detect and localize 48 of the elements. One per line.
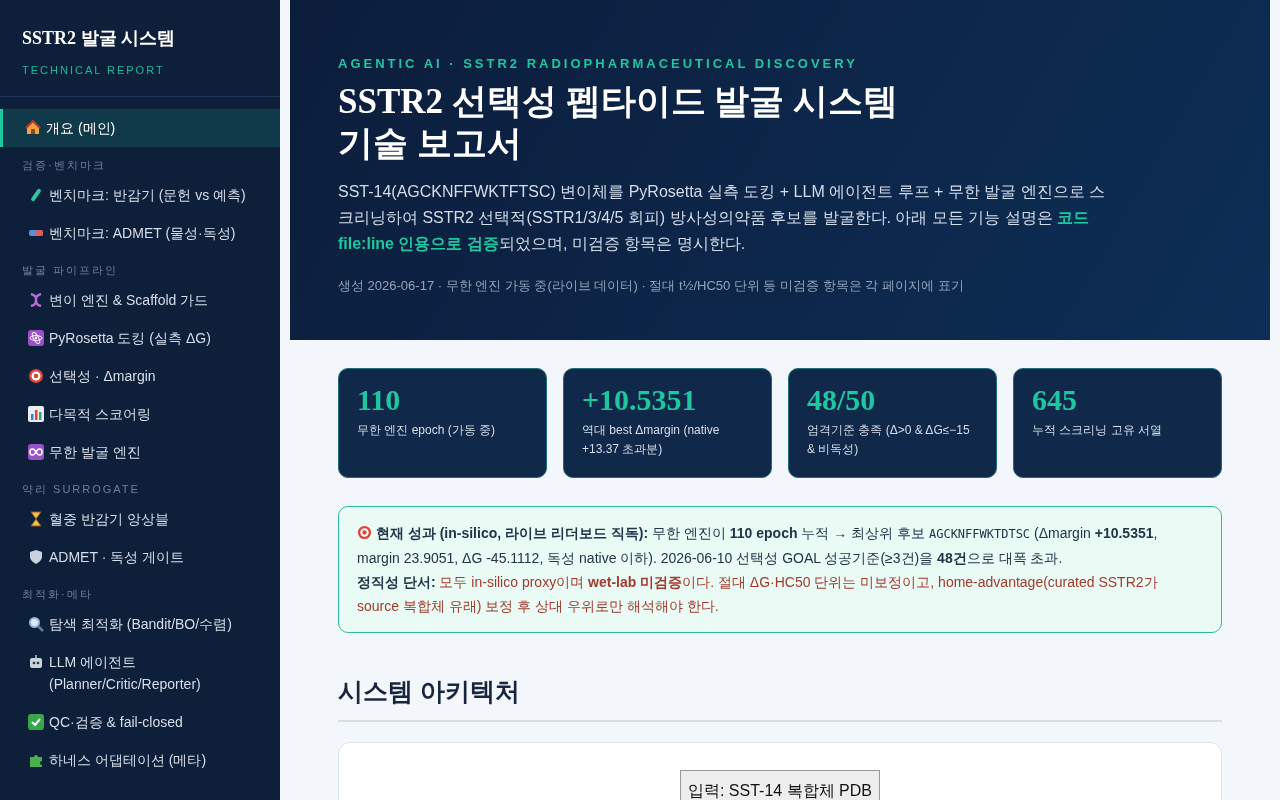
nav-section-label: 약리 SURROGATE <box>21 482 141 497</box>
stat-label: 누적 스크리닝 고유 서열 <box>1032 422 1163 439</box>
shield-icon <box>28 549 44 565</box>
diagram-node: 입력: SST-14 복합체 PDB <box>679 770 880 800</box>
stat-label: 무한 엔진 epoch (가동 중) <box>357 422 497 439</box>
section-heading: 시스템 아키텍처 <box>338 675 1222 722</box>
nav-item[interactable]: ADMET · 독성 게이트 <box>0 538 280 576</box>
nav-item[interactable]: 다목적 스코어링 <box>0 395 280 433</box>
nav-section-label: 최적화·메타 <box>21 587 94 602</box>
nav-item[interactable]: PyRosetta 도킹 (실측 ΔG) <box>0 319 280 357</box>
bar-chart-icon <box>28 406 44 422</box>
page-title: SSTR2 선택성 펩타이드 발굴 시스템 기술 보고서 <box>338 81 900 165</box>
puzzle-icon <box>28 752 44 768</box>
house-icon <box>25 120 41 136</box>
nav-section-label: 발굴 파이프라인 <box>21 263 120 278</box>
target-icon <box>357 525 372 540</box>
app-title: SSTR2 발굴 시스템 <box>22 27 177 50</box>
nav-item[interactable]: 탐색 최적화 (Bandit/BO/수렴) <box>0 605 280 643</box>
stat-value: 110 <box>357 383 402 417</box>
nav-section-label: 검증·벤치마크 <box>21 158 107 173</box>
robot-icon <box>28 654 44 670</box>
hero-eyebrow: AGENTIC AI · SSTR2 RADIOPHARMACEUTICAL DISCOVERY <box>338 56 859 71</box>
nav-item[interactable]: 하네스 어댑테이션 (메타) <box>0 741 280 779</box>
hero-description: SST-14(AGCKNFFWKTFTSC) 변이체를 PyRosetta 실측 도킹 + LLM 에이전트 루프 + 무한 발굴 엔진으로 스크리닝하여 SSTR2 선택적(SSTR1/3/4/5 회피) 방사성의약품 후보를 발굴한다. 아래 모든 기능 설명은 코드 file:line 인용으로 검증되었으며, 미검증 항목은 명시한다. <box>338 182 1107 254</box>
target-icon <box>28 368 44 384</box>
nav-item[interactable]: 벤치마크: ADMET (물성·독성) <box>0 214 280 252</box>
hero-meta: 생성 2026-06-17 · 무한 엔진 가동 중(라이브 데이터) · 절대 t½/HC50 단위 등 미검증 항목은 각 페이지에 표기 <box>338 277 965 295</box>
search-icon <box>28 616 44 632</box>
stat-label: 엄격기준 충족 (Δ>0 & ΔG≤−15 & 비독성) <box>807 422 971 458</box>
nav-item[interactable]: 무한 발굴 엔진 <box>0 433 280 471</box>
stat-value: 48/50 <box>807 383 877 417</box>
stat-label: 역대 best Δmargin (native +13.37 초과분) <box>582 422 721 458</box>
hourglass-icon <box>28 511 44 527</box>
nav-item[interactable]: 혈중 반감기 앙상블 <box>0 500 280 538</box>
stat-value: 645 <box>1032 383 1078 417</box>
nav-item[interactable]: LLM 에이전트 (Planner/Critic/Reporter) <box>0 643 280 703</box>
app-subtitle: TECHNICAL REPORT <box>22 64 166 76</box>
infinity-icon <box>28 444 44 460</box>
nav-item[interactable]: 개요 (메인) <box>0 109 280 147</box>
nav-item[interactable]: QC·검증 & fail-closed <box>0 703 280 741</box>
atom-icon <box>28 330 44 346</box>
nav-item[interactable]: 선택성 · Δmargin <box>0 357 280 395</box>
caveat-text: 정직성 단서: 모두 in-silico proxy이며 wet-lab 미검증이다. 절대 ΔG·HC50 단위는 미보정이고, home-advantage(curated SSTR2가 source 복합체 유래) 보정 후 상대 우위로만 해석해야 한다. <box>357 573 1159 616</box>
nav-item[interactable]: 벤치마크: 반감기 (문헌 vs 예측) <box>0 176 280 214</box>
stat-value: +10.5351 <box>582 383 698 417</box>
check-icon <box>28 714 44 730</box>
nav-item[interactable]: 변이 엔진 & Scaffold 가드 <box>0 281 280 319</box>
callout-text: 현재 성과 (in-silico, 라이브 리더보드 직독): 무한 엔진이 110 epoch 누적 → 최상위 후보 AGCKNFFWKTDTSC (Δmargin +10.5351, margin 23.9051, ΔG -45.1112, 독성 native 이하). 2026-06-10 선택성 GOAL 성공기준(≥3건)을 48건으로 대폭 초과. <box>357 524 1159 568</box>
